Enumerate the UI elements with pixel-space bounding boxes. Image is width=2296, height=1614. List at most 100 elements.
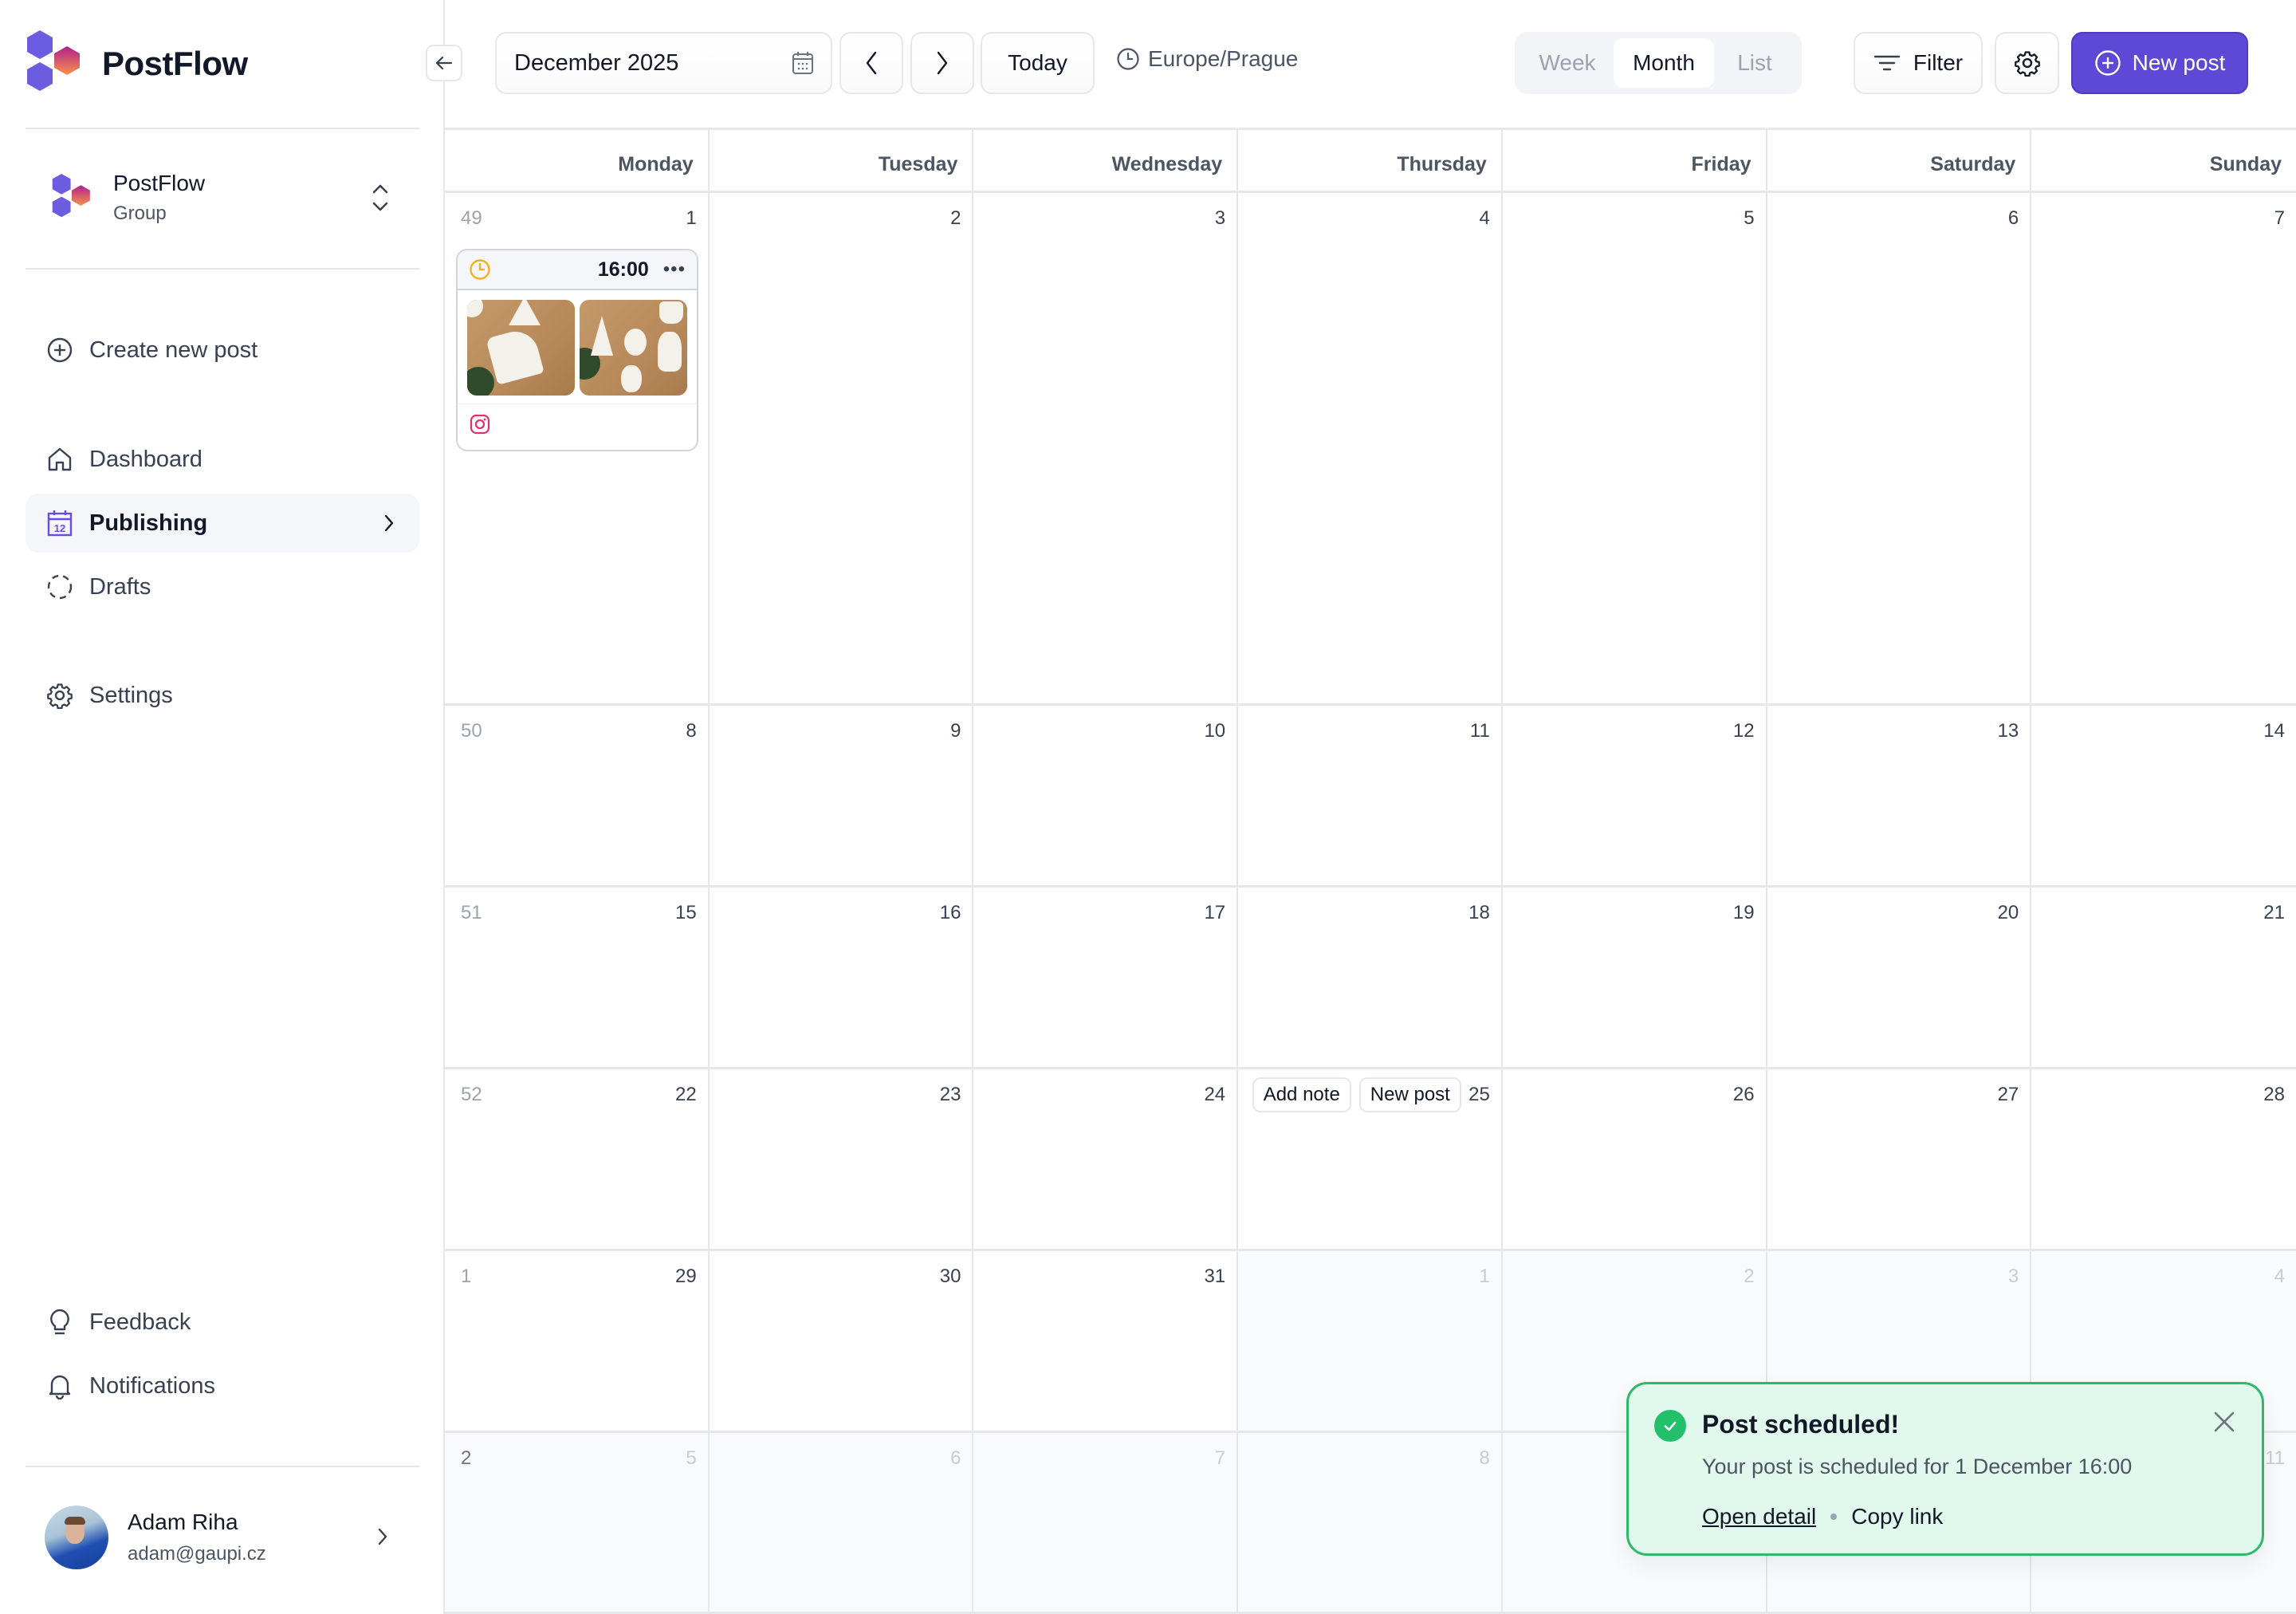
sidebar-item-notifications[interactable]: Notifications bbox=[26, 1356, 419, 1415]
plus-circle-icon bbox=[2094, 50, 2121, 76]
new-post-button[interactable]: New post bbox=[2071, 32, 2248, 94]
month-picker[interactable]: December 2025 bbox=[495, 32, 832, 94]
month-picker-value: December 2025 bbox=[514, 49, 679, 76]
day-number: 7 bbox=[1214, 1447, 1226, 1469]
next-month-button[interactable] bbox=[910, 32, 974, 94]
day-cell[interactable]: 10 bbox=[973, 706, 1239, 888]
instagram-icon bbox=[470, 414, 490, 435]
avatar bbox=[45, 1506, 108, 1569]
sidebar-divider bbox=[26, 1466, 419, 1467]
tab-list[interactable]: List bbox=[1714, 38, 1795, 88]
day-cell[interactable]: 7 bbox=[973, 1433, 1239, 1614]
day-cell[interactable]: 8 bbox=[1238, 1433, 1503, 1614]
day-cell[interactable]: 3 bbox=[973, 193, 1239, 706]
day-cell[interactable]: 18 bbox=[1238, 888, 1503, 1069]
day-cell[interactable]: 1 bbox=[1238, 1251, 1503, 1433]
more-options-icon[interactable]: ••• bbox=[663, 258, 686, 281]
svg-text:12: 12 bbox=[54, 522, 65, 534]
sidebar-item-label: Settings bbox=[89, 682, 173, 708]
day-cell[interactable]: 13 bbox=[1767, 706, 2032, 888]
post-time: 16:00 bbox=[597, 258, 649, 281]
day-number: 3 bbox=[1214, 207, 1226, 229]
create-new-post-button[interactable]: Create new post bbox=[26, 321, 419, 380]
day-cell[interactable]: 17 bbox=[973, 888, 1239, 1069]
sidebar-divider bbox=[26, 268, 419, 270]
day-cell[interactable]: 49 1 16:00 ••• bbox=[445, 193, 710, 706]
day-cell[interactable]: 52 22 bbox=[445, 1069, 710, 1251]
day-cell[interactable]: 21 bbox=[2031, 888, 2296, 1069]
day-cell[interactable]: 6 bbox=[709, 1433, 974, 1614]
day-cell[interactable]: 19 bbox=[1502, 888, 1767, 1069]
day-cell[interactable]: 9 bbox=[709, 706, 974, 888]
copy-link-button[interactable]: Copy link bbox=[1851, 1504, 1943, 1529]
day-cell[interactable]: 1 29 bbox=[445, 1251, 710, 1433]
day-number: 14 bbox=[2263, 720, 2285, 742]
day-cell[interactable]: 2 bbox=[709, 193, 974, 706]
cell-new-post-button[interactable]: New post bbox=[1358, 1077, 1461, 1112]
app-name: PostFlow bbox=[102, 45, 248, 82]
filter-button[interactable]: Filter bbox=[1854, 32, 1983, 94]
workspace-type: Group bbox=[113, 203, 167, 224]
sidebar-item-settings[interactable]: Settings bbox=[26, 666, 419, 725]
workspace-avatar bbox=[41, 167, 102, 228]
day-cell[interactable]: 28 bbox=[2031, 1069, 2296, 1251]
app-logo[interactable]: PostFlow bbox=[26, 30, 248, 97]
day-number: 27 bbox=[1997, 1084, 2019, 1105]
day-number: 2 bbox=[950, 207, 961, 229]
sidebar-item-drafts[interactable]: Drafts bbox=[26, 557, 419, 616]
day-cell[interactable]: 12 bbox=[1502, 706, 1767, 888]
clock-icon bbox=[1117, 48, 1139, 70]
day-cell[interactable]: 7 bbox=[2031, 193, 2296, 706]
day-cell[interactable]: 50 8 bbox=[445, 706, 710, 888]
day-cell[interactable]: 14 bbox=[2031, 706, 2296, 888]
day-cell[interactable]: 27 bbox=[1767, 1069, 2032, 1251]
post-image bbox=[467, 300, 575, 396]
day-number: 4 bbox=[1479, 207, 1490, 229]
close-icon[interactable] bbox=[2211, 1408, 2238, 1435]
day-cell[interactable]: 6 bbox=[1767, 193, 2032, 706]
weekday-label: Tuesday bbox=[710, 130, 974, 191]
timezone-selector[interactable]: Europe/Prague bbox=[1116, 46, 1298, 72]
day-cell[interactable]: 11 bbox=[1238, 706, 1503, 888]
day-cell[interactable]: 31 bbox=[973, 1251, 1239, 1433]
gear-icon bbox=[2014, 51, 2040, 77]
workspace-logo-icon bbox=[52, 174, 90, 218]
day-cell[interactable]: 25 Add note New post bbox=[1238, 1069, 1503, 1251]
tab-week[interactable]: Week bbox=[1521, 38, 1614, 88]
day-cell[interactable]: 4 bbox=[1238, 193, 1503, 706]
separator-dot bbox=[1830, 1514, 1838, 1520]
day-number: 24 bbox=[1204, 1084, 1226, 1105]
collapse-sidebar-button[interactable] bbox=[426, 45, 462, 81]
tab-month[interactable]: Month bbox=[1614, 38, 1714, 88]
sidebar-item-publishing[interactable]: 12 Publishing bbox=[26, 494, 419, 553]
day-cell[interactable]: 5 bbox=[1502, 193, 1767, 706]
chevron-up-down-icon[interactable] bbox=[368, 180, 392, 215]
day-cell[interactable]: 16 bbox=[709, 888, 974, 1069]
lightbulb-icon bbox=[46, 1309, 73, 1336]
sidebar-item-dashboard[interactable]: Dashboard bbox=[26, 430, 419, 489]
day-cell[interactable]: 25 bbox=[445, 1433, 710, 1614]
day-cell[interactable]: 30 bbox=[709, 1251, 974, 1433]
day-cell[interactable]: 23 bbox=[709, 1069, 974, 1251]
clock-icon bbox=[470, 259, 490, 280]
workspace-switcher[interactable]: PostFlow Group bbox=[26, 159, 419, 236]
day-cell[interactable]: 24 bbox=[973, 1069, 1239, 1251]
sidebar: PostFlow PostFlow Group Create new post bbox=[0, 0, 445, 1614]
scheduled-post-card[interactable]: 16:00 ••• bbox=[456, 249, 698, 451]
day-number: 16 bbox=[939, 902, 961, 923]
calendar-settings-button[interactable] bbox=[1995, 32, 2059, 94]
sidebar-item-feedback[interactable]: Feedback bbox=[26, 1293, 419, 1352]
day-cell[interactable]: 51 15 bbox=[445, 888, 710, 1069]
day-number: 8 bbox=[686, 720, 697, 742]
day-number: 22 bbox=[675, 1084, 697, 1105]
day-number: 3 bbox=[2007, 1266, 2019, 1287]
user-menu[interactable]: Adam Riha adam@gaupi.cz bbox=[26, 1499, 419, 1576]
day-cell[interactable]: 20 bbox=[1767, 888, 2032, 1069]
previous-month-button[interactable] bbox=[839, 32, 903, 94]
day-cell[interactable]: 26 bbox=[1502, 1069, 1767, 1251]
open-detail-link[interactable]: Open detail bbox=[1702, 1504, 1816, 1529]
today-button[interactable]: Today bbox=[981, 32, 1095, 94]
chevron-right-icon bbox=[937, 51, 948, 75]
day-number: 8 bbox=[1479, 1447, 1490, 1469]
add-note-button[interactable]: Add note bbox=[1252, 1077, 1351, 1112]
